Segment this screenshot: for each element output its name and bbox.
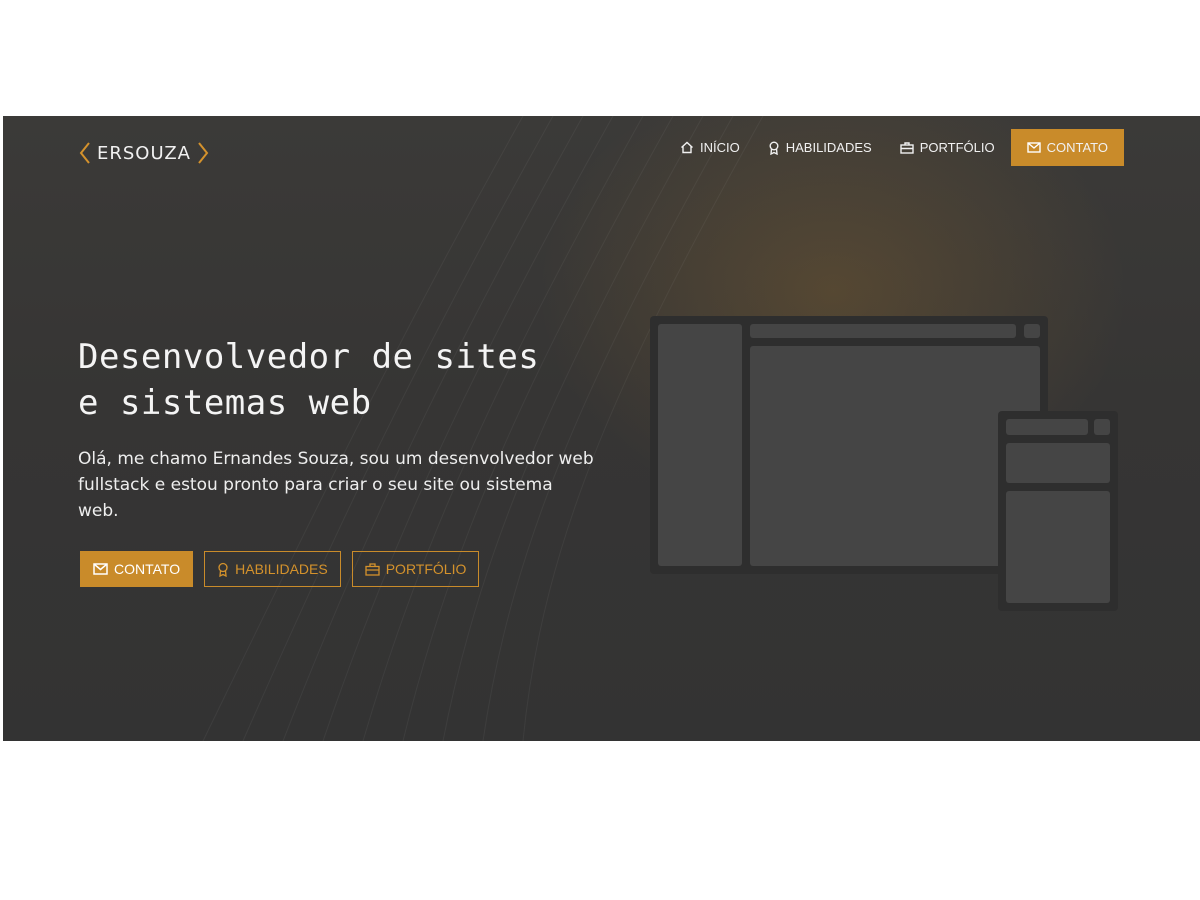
habilidades-button-label: HABILIDADES	[235, 561, 328, 577]
briefcase-icon	[365, 562, 380, 576]
award-icon	[217, 562, 229, 577]
mobile-topbar-button	[1094, 419, 1110, 435]
home-icon	[680, 141, 694, 154]
mobile-header-block	[1006, 443, 1110, 483]
portfolio-button-label: PORTFÓLIO	[385, 561, 467, 577]
main-nav: INÍCIO HABILIDADES PORTFÓLIO CONTATO	[652, 129, 1124, 166]
hero-intro-text: Olá, me chamo Ernandes Souza, sou um des…	[78, 449, 594, 521]
brand-name: ERSOUZA	[97, 142, 191, 164]
nav-item-label: INÍCIO	[700, 140, 740, 155]
desktop-topbar-button	[1024, 324, 1040, 338]
devices-illustration	[650, 316, 1118, 611]
hero-actions: CONTATO HABILIDADES PORTFÓLIO	[80, 551, 490, 587]
desktop-content	[750, 346, 1040, 566]
mobile-content-block	[1006, 491, 1110, 603]
chevron-right-icon	[197, 142, 209, 164]
award-icon	[768, 141, 780, 155]
nav-item-inicio[interactable]: INÍCIO	[680, 129, 740, 166]
nav-item-portfolio[interactable]: PORTFÓLIO	[900, 129, 995, 166]
nav-item-label: HABILIDADES	[785, 140, 872, 155]
contato-button-label: CONTATO	[114, 561, 181, 577]
hero-headline: Desenvolvedor de sites e sistemas web	[78, 334, 638, 426]
nav-item-label: PORTFÓLIO	[919, 140, 995, 155]
nav-item-contato[interactable]: CONTATO	[1010, 129, 1124, 166]
mail-icon	[93, 563, 108, 575]
mail-icon	[1026, 142, 1041, 153]
briefcase-icon	[900, 141, 914, 154]
hero-headline-line-1: Desenvolvedor de sites	[78, 337, 540, 377]
portfolio-button[interactable]: PORTFÓLIO	[351, 551, 480, 587]
nav-item-label: CONTATO	[1046, 140, 1108, 155]
desktop-topbar	[750, 324, 1016, 338]
desktop-sidebar	[658, 324, 742, 566]
nav-item-habilidades[interactable]: HABILIDADES	[768, 129, 872, 166]
brand-logo[interactable]: ERSOUZA	[79, 138, 209, 168]
contato-button[interactable]: CONTATO	[80, 551, 194, 587]
hero-section: ERSOUZA INÍCIO HABILIDADES PORTFÓLIO CON…	[3, 116, 1200, 741]
hero-headline-line-2: e sistemas web	[78, 383, 372, 423]
chevron-left-icon	[79, 142, 91, 164]
habilidades-button[interactable]: HABILIDADES	[204, 551, 341, 587]
mobile-topbar	[1006, 419, 1088, 435]
